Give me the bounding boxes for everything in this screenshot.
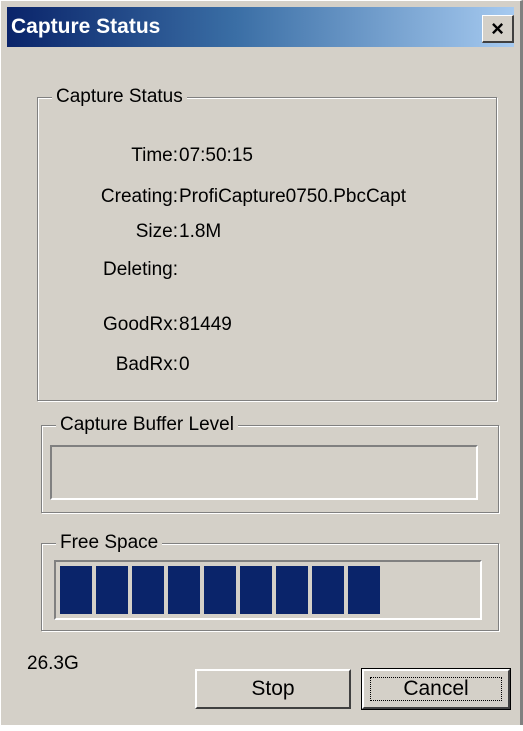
size-value: 1.8M	[179, 221, 222, 242]
close-button[interactable]: ×	[482, 15, 514, 43]
capture-status-dialog: Capture Status × Capture Status Time: 07…	[0, 0, 523, 731]
capture-status-group: Capture Status Time: 07:50:15 Creating: …	[37, 85, 497, 401]
free-space-block	[348, 566, 380, 614]
badrx-label: BadRx:	[115, 354, 178, 375]
cancel-button-label: Cancel	[403, 677, 469, 700]
deleting-label: Deleting:	[103, 259, 178, 280]
buffer-level-group: Capture Buffer Level	[41, 413, 499, 513]
free-space-block	[240, 566, 272, 614]
buffer-level-group-label: Capture Buffer Level	[56, 413, 238, 437]
creating-value: ProfiCapture0750.PbcCapt	[179, 186, 407, 207]
bottom-strip	[0, 725, 523, 731]
window-title: Capture Status	[11, 15, 161, 38]
stop-button-label: Stop	[251, 677, 295, 700]
free-space-block	[132, 566, 164, 614]
goodrx-value: 81449	[179, 314, 232, 335]
free-space-block	[168, 566, 200, 614]
free-space-block	[204, 566, 236, 614]
size-label: Size:	[135, 221, 178, 242]
free-space-block	[60, 566, 92, 614]
free-space-value: 26.3G	[27, 653, 79, 674]
badrx-value: 0	[179, 354, 190, 375]
time-value: 07:50:15	[179, 145, 253, 166]
close-icon: ×	[491, 15, 504, 41]
free-space-progress-bar	[54, 560, 482, 620]
buffer-level-progress-bar	[50, 445, 478, 500]
time-label: Time:	[131, 145, 178, 166]
free-space-block	[276, 566, 308, 614]
cancel-button[interactable]: Cancel	[361, 668, 511, 710]
capture-status-group-label: Capture Status	[52, 85, 187, 109]
creating-label: Creating:	[100, 186, 178, 207]
goodrx-label: GoodRx:	[103, 314, 178, 335]
free-space-block	[312, 566, 344, 614]
free-space-group-label: Free Space	[56, 531, 163, 555]
free-space-blocks	[60, 566, 476, 614]
title-bar[interactable]: Capture Status ×	[7, 7, 514, 47]
stop-button[interactable]: Stop	[195, 669, 351, 709]
free-space-group: Free Space	[41, 531, 499, 631]
free-space-block	[96, 566, 128, 614]
